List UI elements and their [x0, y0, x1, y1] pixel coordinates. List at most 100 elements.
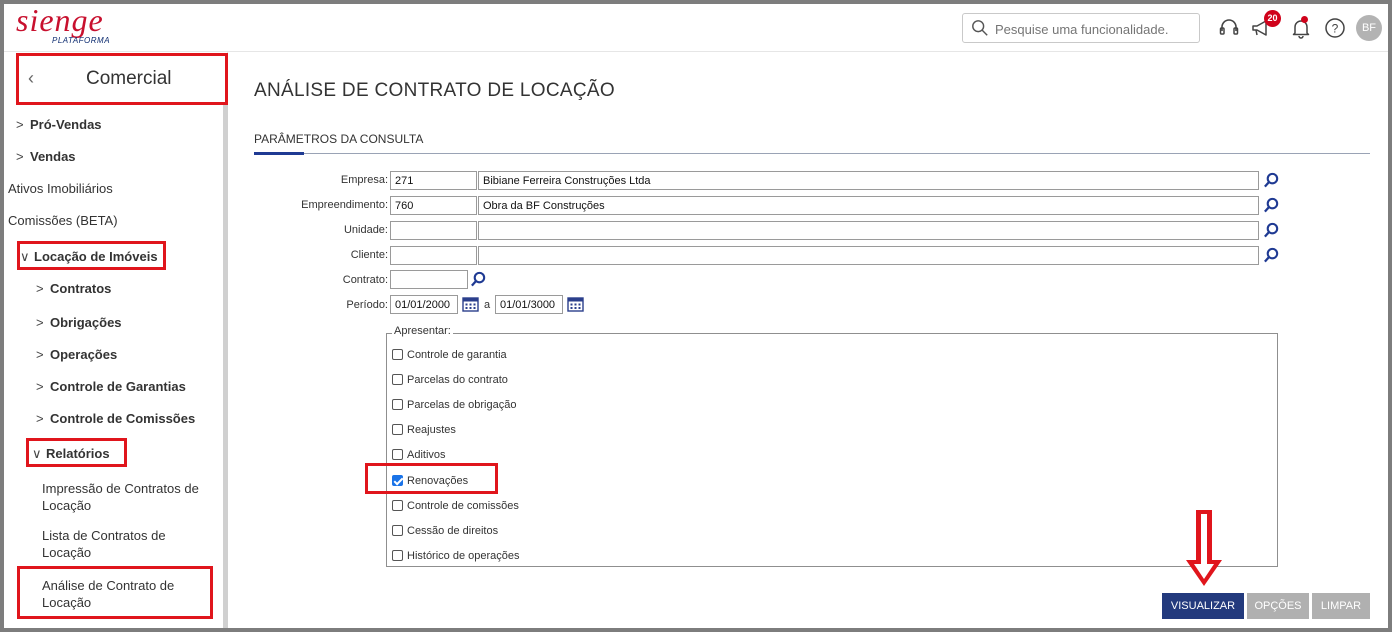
cliente-name-field[interactable] — [478, 246, 1259, 265]
sidebar-item-impressao-contratos[interactable]: Impressão de Contratos de Locação — [42, 480, 212, 514]
help-icon[interactable]: ? — [1322, 15, 1348, 41]
option-label: Reajustes — [407, 424, 456, 436]
logo-text: sienge — [16, 4, 104, 38]
option-label: Controle de garantia — [407, 349, 507, 361]
chevron-right-icon: > — [36, 411, 44, 426]
sidebar-item-controle-garantias[interactable]: > Controle de Garantias — [36, 379, 186, 394]
unidade-code-field[interactable] — [390, 221, 477, 240]
search-input[interactable] — [995, 19, 1195, 39]
cliente-code-field[interactable] — [390, 246, 477, 265]
periodo-end-field[interactable] — [495, 295, 563, 314]
visualizar-button[interactable]: VISUALIZAR — [1162, 593, 1244, 619]
periodo-label: Período: — [346, 299, 388, 311]
highlight-box-module — [16, 53, 228, 105]
chevron-right-icon: > — [16, 117, 24, 132]
sidebar-item-obrigacoes[interactable]: > Obrigações — [36, 315, 122, 330]
option-label: Aditivos — [407, 449, 446, 461]
search-icon — [972, 20, 988, 36]
sidebar-item-ativos[interactable]: Ativos Imobiliários — [8, 181, 113, 196]
sidebar-item-comissoes[interactable]: Comissões (BETA) — [8, 213, 118, 228]
checkbox[interactable] — [392, 500, 403, 511]
bell-alert-dot — [1301, 16, 1308, 23]
sidebar-item-label: Vendas — [30, 149, 76, 164]
checkbox[interactable] — [392, 349, 403, 360]
periodo-separator: a — [483, 299, 491, 311]
chevron-right-icon: > — [36, 379, 44, 394]
sidebar-item-label: Contratos — [50, 281, 112, 296]
sidebar-item-label: Pró-Vendas — [30, 117, 102, 132]
calendar-icon[interactable] — [462, 296, 479, 312]
empresa-code-field[interactable] — [390, 171, 477, 190]
option-parcelas-obrigacao[interactable]: Parcelas de obrigação — [392, 399, 516, 411]
sidebar-item-label: Operações — [50, 347, 118, 362]
sidebar-scrollbar[interactable] — [223, 104, 228, 628]
top-header: sienge PLATAFORMA 20 ? BF — [4, 4, 1388, 52]
down-arrow-annotation-icon — [1186, 510, 1222, 586]
apresentar-legend: Apresentar: — [392, 325, 453, 337]
option-label: Parcelas de obrigação — [407, 399, 517, 411]
empreendimento-label: Empreendimento: — [301, 199, 388, 211]
cliente-label: Cliente: — [350, 249, 388, 261]
option-label: Histórico de operações — [407, 550, 520, 562]
sidebar-item-label: Obrigações — [50, 315, 122, 330]
option-parcelas-contrato[interactable]: Parcelas do contrato — [392, 374, 508, 386]
headset-support-icon[interactable] — [1216, 15, 1242, 41]
contrato-field[interactable] — [390, 270, 468, 289]
checkbox[interactable] — [392, 399, 403, 410]
highlight-box-renovacoes — [365, 463, 498, 494]
option-historico-operacoes[interactable]: Histórico de operações — [392, 550, 520, 562]
option-reajustes[interactable]: Reajustes — [392, 424, 456, 436]
empreendimento-search-icon[interactable] — [1263, 197, 1280, 214]
chevron-right-icon: > — [16, 149, 24, 164]
option-cessao-direitos[interactable]: Cessão de direitos — [392, 525, 498, 537]
section-title: PARÂMETROS DA CONSULTA — [254, 132, 424, 146]
sidebar-item-label: Controle de Garantias — [50, 379, 186, 394]
section-divider — [254, 153, 1370, 154]
highlight-box-relatorios — [26, 438, 127, 467]
sidebar-item-contratos[interactable]: > Contratos — [36, 281, 111, 296]
chevron-right-icon: > — [36, 315, 44, 330]
sidebar-item-lista-contratos[interactable]: Lista de Contratos de Locação — [42, 527, 192, 561]
page-title: ANÁLISE DE CONTRATO DE LOCAÇÃO — [254, 80, 615, 101]
unidade-label: Unidade: — [343, 224, 388, 236]
contrato-search-icon[interactable] — [470, 271, 487, 288]
empresa-search-icon[interactable] — [1263, 172, 1280, 189]
option-label: Cessão de direitos — [407, 525, 499, 537]
sidebar-item-vendas[interactable]: > Vendas — [16, 149, 76, 164]
sienge-logo[interactable]: sienge PLATAFORMA — [16, 4, 136, 50]
option-label: Parcelas do contrato — [407, 374, 508, 386]
empresa-name-field[interactable] — [478, 171, 1259, 190]
functionality-search[interactable] — [962, 13, 1200, 43]
contrato-label: Contrato: — [342, 274, 388, 286]
empresa-label: Empresa: — [340, 174, 388, 186]
sidebar-item-controle-comissoes[interactable]: > Controle de Comissões — [36, 411, 195, 426]
checkbox[interactable] — [392, 424, 403, 435]
periodo-start-field[interactable] — [390, 295, 458, 314]
option-controle-comissoes[interactable]: Controle de comissões — [392, 500, 519, 512]
calendar-icon[interactable] — [567, 296, 584, 312]
logo-subtitle: PLATAFORMA — [52, 36, 111, 45]
notification-count-badge: 20 — [1264, 10, 1281, 27]
opcoes-button[interactable]: OPÇÕES — [1247, 593, 1309, 619]
sidebar-item-pro-vendas[interactable]: > Pró-Vendas — [16, 117, 102, 132]
app-window: sienge PLATAFORMA 20 ? BF — [4, 4, 1388, 628]
apresentar-fieldset — [386, 333, 1278, 567]
unidade-name-field[interactable] — [478, 221, 1259, 240]
empreendimento-code-field[interactable] — [390, 196, 477, 215]
option-label: Controle de comissões — [407, 500, 519, 512]
section-divider-accent — [254, 152, 304, 155]
limpar-button[interactable]: LIMPAR — [1312, 593, 1370, 619]
sidebar-item-label: Controle de Comissões — [50, 411, 196, 426]
chevron-right-icon: > — [36, 281, 44, 296]
user-avatar[interactable]: BF — [1356, 15, 1382, 41]
option-controle-garantia[interactable]: Controle de garantia — [392, 349, 507, 361]
option-aditivos[interactable]: Aditivos — [392, 449, 446, 461]
checkbox[interactable] — [392, 374, 403, 385]
checkbox[interactable] — [392, 449, 403, 460]
cliente-search-icon[interactable] — [1263, 247, 1280, 264]
unidade-search-icon[interactable] — [1263, 222, 1280, 239]
checkbox[interactable] — [392, 550, 403, 561]
empreendimento-name-field[interactable] — [478, 196, 1259, 215]
sidebar-item-operacoes[interactable]: > Operações — [36, 347, 117, 362]
checkbox[interactable] — [392, 525, 403, 536]
